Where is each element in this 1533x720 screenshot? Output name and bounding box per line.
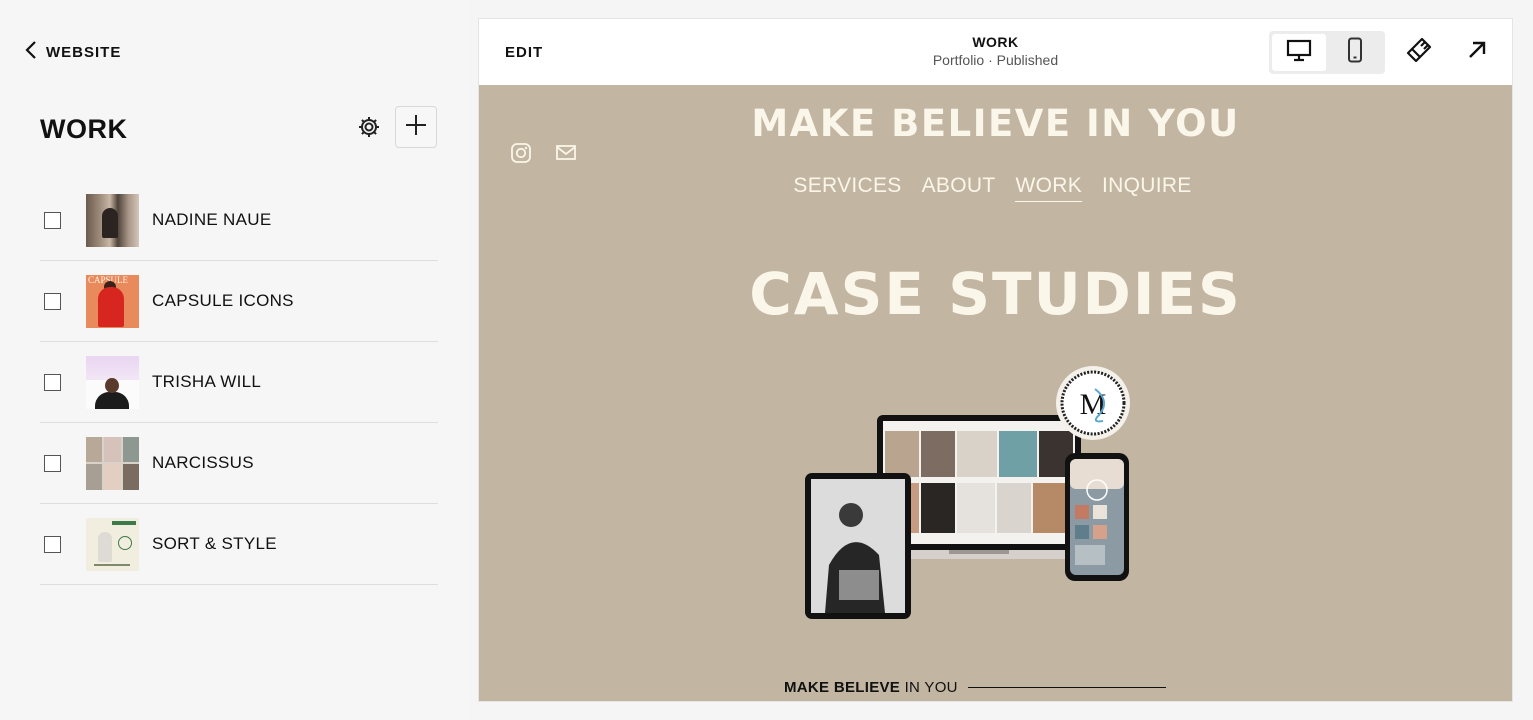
page-info: WORK Portfolio · Published (879, 34, 1112, 68)
item-checkbox[interactable] (44, 454, 61, 472)
nav-link-inquire[interactable]: INQUIRE (1102, 174, 1192, 202)
item-checkbox[interactable] (44, 211, 61, 229)
mobile-view-button[interactable] (1328, 34, 1382, 71)
back-label: WEBSITE (46, 44, 122, 61)
site-styles-button[interactable] (1401, 34, 1437, 70)
logo-letter: M (1080, 388, 1107, 421)
item-title[interactable]: CAPSULE ICONS (152, 291, 294, 311)
item-title[interactable]: TRISHA WILL (152, 372, 261, 392)
back-to-website-link[interactable]: WEBSITE (24, 40, 121, 65)
device-view-toggle (1269, 31, 1385, 74)
list-item[interactable]: SORT & STYLE (40, 504, 438, 585)
footer-tagline-rest: IN YOU (900, 679, 958, 696)
instagram-link[interactable] (509, 142, 533, 169)
item-thumbnail (86, 436, 139, 490)
desktop-view-button[interactable] (1272, 34, 1326, 71)
collection-settings-button[interactable] (352, 112, 386, 146)
nav-link-about[interactable]: ABOUT (922, 174, 996, 202)
footer-tagline: MAKE BELIEVE IN YOU (784, 679, 1166, 696)
item-thumbnail: CAPSULE (86, 274, 139, 328)
site-navigation: SERVICES ABOUT WORK INQUIRE (479, 174, 1509, 202)
list-item[interactable]: NARCISSUS (40, 423, 438, 504)
case-studies-heading: CASE STUDIES (749, 260, 1242, 328)
device-mockup-image: M (805, 366, 1130, 619)
item-thumbnail (86, 517, 139, 571)
item-thumbnail (86, 193, 139, 247)
footer-tagline-bold: MAKE BELIEVE (784, 679, 901, 696)
portfolio-item-list: NADINE NAUE CAPSULE CAPSULE ICONS TRISHA… (40, 180, 438, 585)
instagram-icon (510, 142, 532, 169)
mail-icon (555, 144, 577, 167)
gear-icon (357, 115, 381, 144)
arrow-up-right-icon (1466, 39, 1488, 66)
collection-title: WORK (40, 114, 128, 144)
nav-link-services[interactable]: SERVICES (793, 174, 901, 202)
footer-divider (967, 686, 1166, 689)
add-item-button[interactable] (395, 106, 437, 148)
exit-preview-button[interactable] (1459, 34, 1495, 70)
item-title[interactable]: SORT & STYLE (152, 534, 277, 554)
item-title[interactable]: NADINE NAUE (152, 210, 272, 230)
item-thumbnail (86, 355, 139, 409)
edit-button[interactable]: EDIT (505, 44, 543, 61)
plus-icon (405, 114, 427, 141)
item-checkbox[interactable] (44, 292, 61, 310)
mobile-phone-icon (1346, 37, 1364, 68)
email-link[interactable] (554, 143, 578, 167)
site-title[interactable]: MAKE BELIEVE IN YOU (479, 102, 1512, 145)
chevron-left-icon (24, 40, 38, 65)
pages-panel: WEBSITE WORK NADINE NAUE CAPSULE CAPSULE… (0, 0, 470, 720)
item-checkbox[interactable] (44, 535, 61, 553)
footer-tagline-text: MAKE BELIEVE IN YOU (784, 679, 958, 696)
desktop-icon (1286, 38, 1312, 67)
item-title[interactable]: NARCISSUS (152, 453, 254, 473)
list-item[interactable]: TRISHA WILL (40, 342, 438, 423)
site-page: MAKE BELIEVE IN YOU SERVICES ABOUT WORK … (479, 85, 1512, 701)
site-preview-frame: EDIT WORK Portfolio · Published MAKE BEL… (479, 19, 1512, 701)
nav-link-work[interactable]: WORK (1015, 174, 1082, 202)
item-checkbox[interactable] (44, 373, 61, 391)
list-item[interactable]: NADINE NAUE (40, 180, 438, 261)
page-name: WORK (972, 34, 1019, 50)
page-status: Portfolio · Published (932, 52, 1059, 68)
list-item[interactable]: CAPSULE CAPSULE ICONS (40, 261, 438, 342)
paintbrush-icon (1405, 36, 1433, 69)
preview-toolbar: EDIT WORK Portfolio · Published (479, 19, 1512, 85)
